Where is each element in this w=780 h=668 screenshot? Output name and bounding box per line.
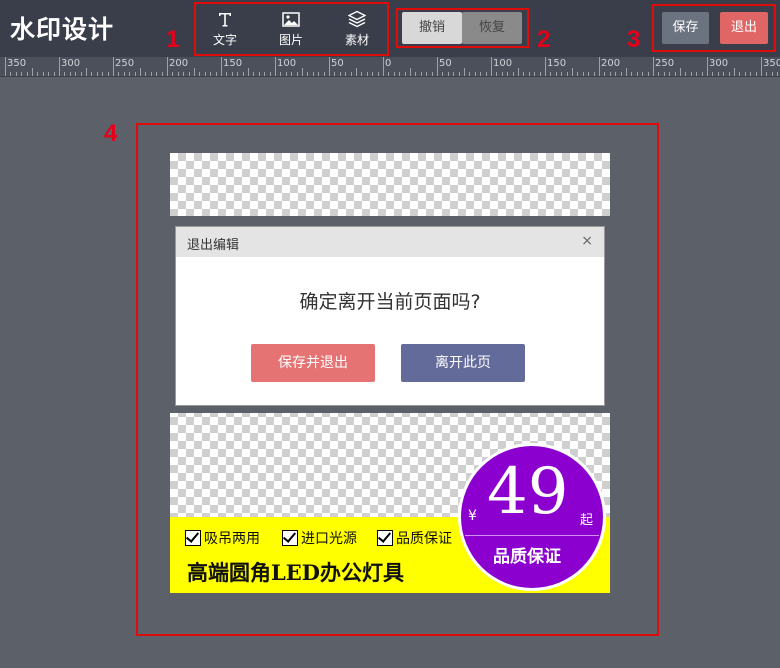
checkbox-icon (282, 530, 298, 546)
ruler-label: 100 (493, 58, 513, 69)
ruler-label: 50 (331, 58, 344, 69)
checkbox-icon (377, 530, 393, 546)
ruler-label: 0 (385, 58, 392, 69)
feature-label-3: 品质保证 (396, 531, 452, 547)
close-icon[interactable]: × (581, 233, 593, 249)
product-title: 高端圆角LED办公灯具 (187, 560, 404, 585)
dialog-message: 确定离开当前页面吗? (299, 291, 481, 313)
currency-symbol: ¥ (468, 508, 477, 524)
checkbox-icon (185, 530, 201, 546)
ruler-label: 150 (547, 58, 567, 69)
ruler-label: 50 (439, 58, 452, 69)
undo-button[interactable]: 撤销 (402, 12, 462, 44)
horizontal-ruler: 350 300 250 200 150 100 50 0 50 100 150 200 250 300 35… (0, 57, 780, 77)
tool-text[interactable]: 文字 (205, 9, 245, 48)
layers-icon (337, 9, 377, 29)
feature-item-2: 进口光源 (282, 528, 357, 548)
callout-2: 2 (537, 26, 551, 53)
dialog-header: 退出编辑 × (176, 227, 604, 257)
app-logo: 水印设计 (10, 15, 115, 44)
leave-page-button[interactable]: 离开此页 (401, 344, 525, 382)
ruler-label: 350 (7, 58, 27, 69)
image-icon (271, 9, 311, 29)
redo-button[interactable]: 恢复 (462, 12, 522, 44)
feature-item-1: 吸吊两用 (185, 528, 260, 548)
feature-label-2: 进口光源 (301, 531, 357, 547)
ruler-label: 350 (763, 58, 780, 69)
save-button[interactable]: 保存 (662, 12, 709, 44)
ruler-label: 250 (115, 58, 135, 69)
price-value: 49 (487, 455, 569, 529)
dialog-title: 退出编辑 (187, 238, 240, 253)
tool-text-label: 文字 (212, 33, 237, 47)
tool-image-label: 图片 (278, 33, 303, 47)
top-toolbar: 水印设计 1 文字 图片 素材 2 撤销 恢复 3 保存 退出 (0, 0, 780, 57)
tool-material[interactable]: 素材 (337, 9, 377, 48)
tool-image[interactable]: 图片 (271, 9, 311, 48)
feature-label-1: 吸吊两用 (204, 531, 260, 547)
ruler-label: 100 (277, 58, 297, 69)
quality-badge-label: 品质保证 (493, 547, 561, 567)
ruler-label: 300 (709, 58, 729, 69)
ruler-label: 300 (61, 58, 81, 69)
tool-material-label: 素材 (344, 33, 369, 47)
ruler-label: 150 (223, 58, 243, 69)
callout-4: 4 (104, 120, 118, 147)
callout-1: 1 (166, 26, 180, 53)
price-suffix: 起 (580, 513, 594, 528)
feature-item-3: 品质保证 (377, 528, 452, 548)
exit-dialog: 退出编辑 × 确定离开当前页面吗? 保存并退出 离开此页 (175, 226, 605, 406)
ruler-label: 250 (655, 58, 675, 69)
badge-divider (465, 535, 599, 536)
callout-3: 3 (627, 26, 641, 53)
save-and-exit-button[interactable]: 保存并退出 (251, 344, 375, 382)
text-icon (205, 9, 245, 29)
ruler-label: 200 (601, 58, 621, 69)
ruler-label: 200 (169, 58, 189, 69)
exit-button[interactable]: 退出 (720, 12, 768, 44)
